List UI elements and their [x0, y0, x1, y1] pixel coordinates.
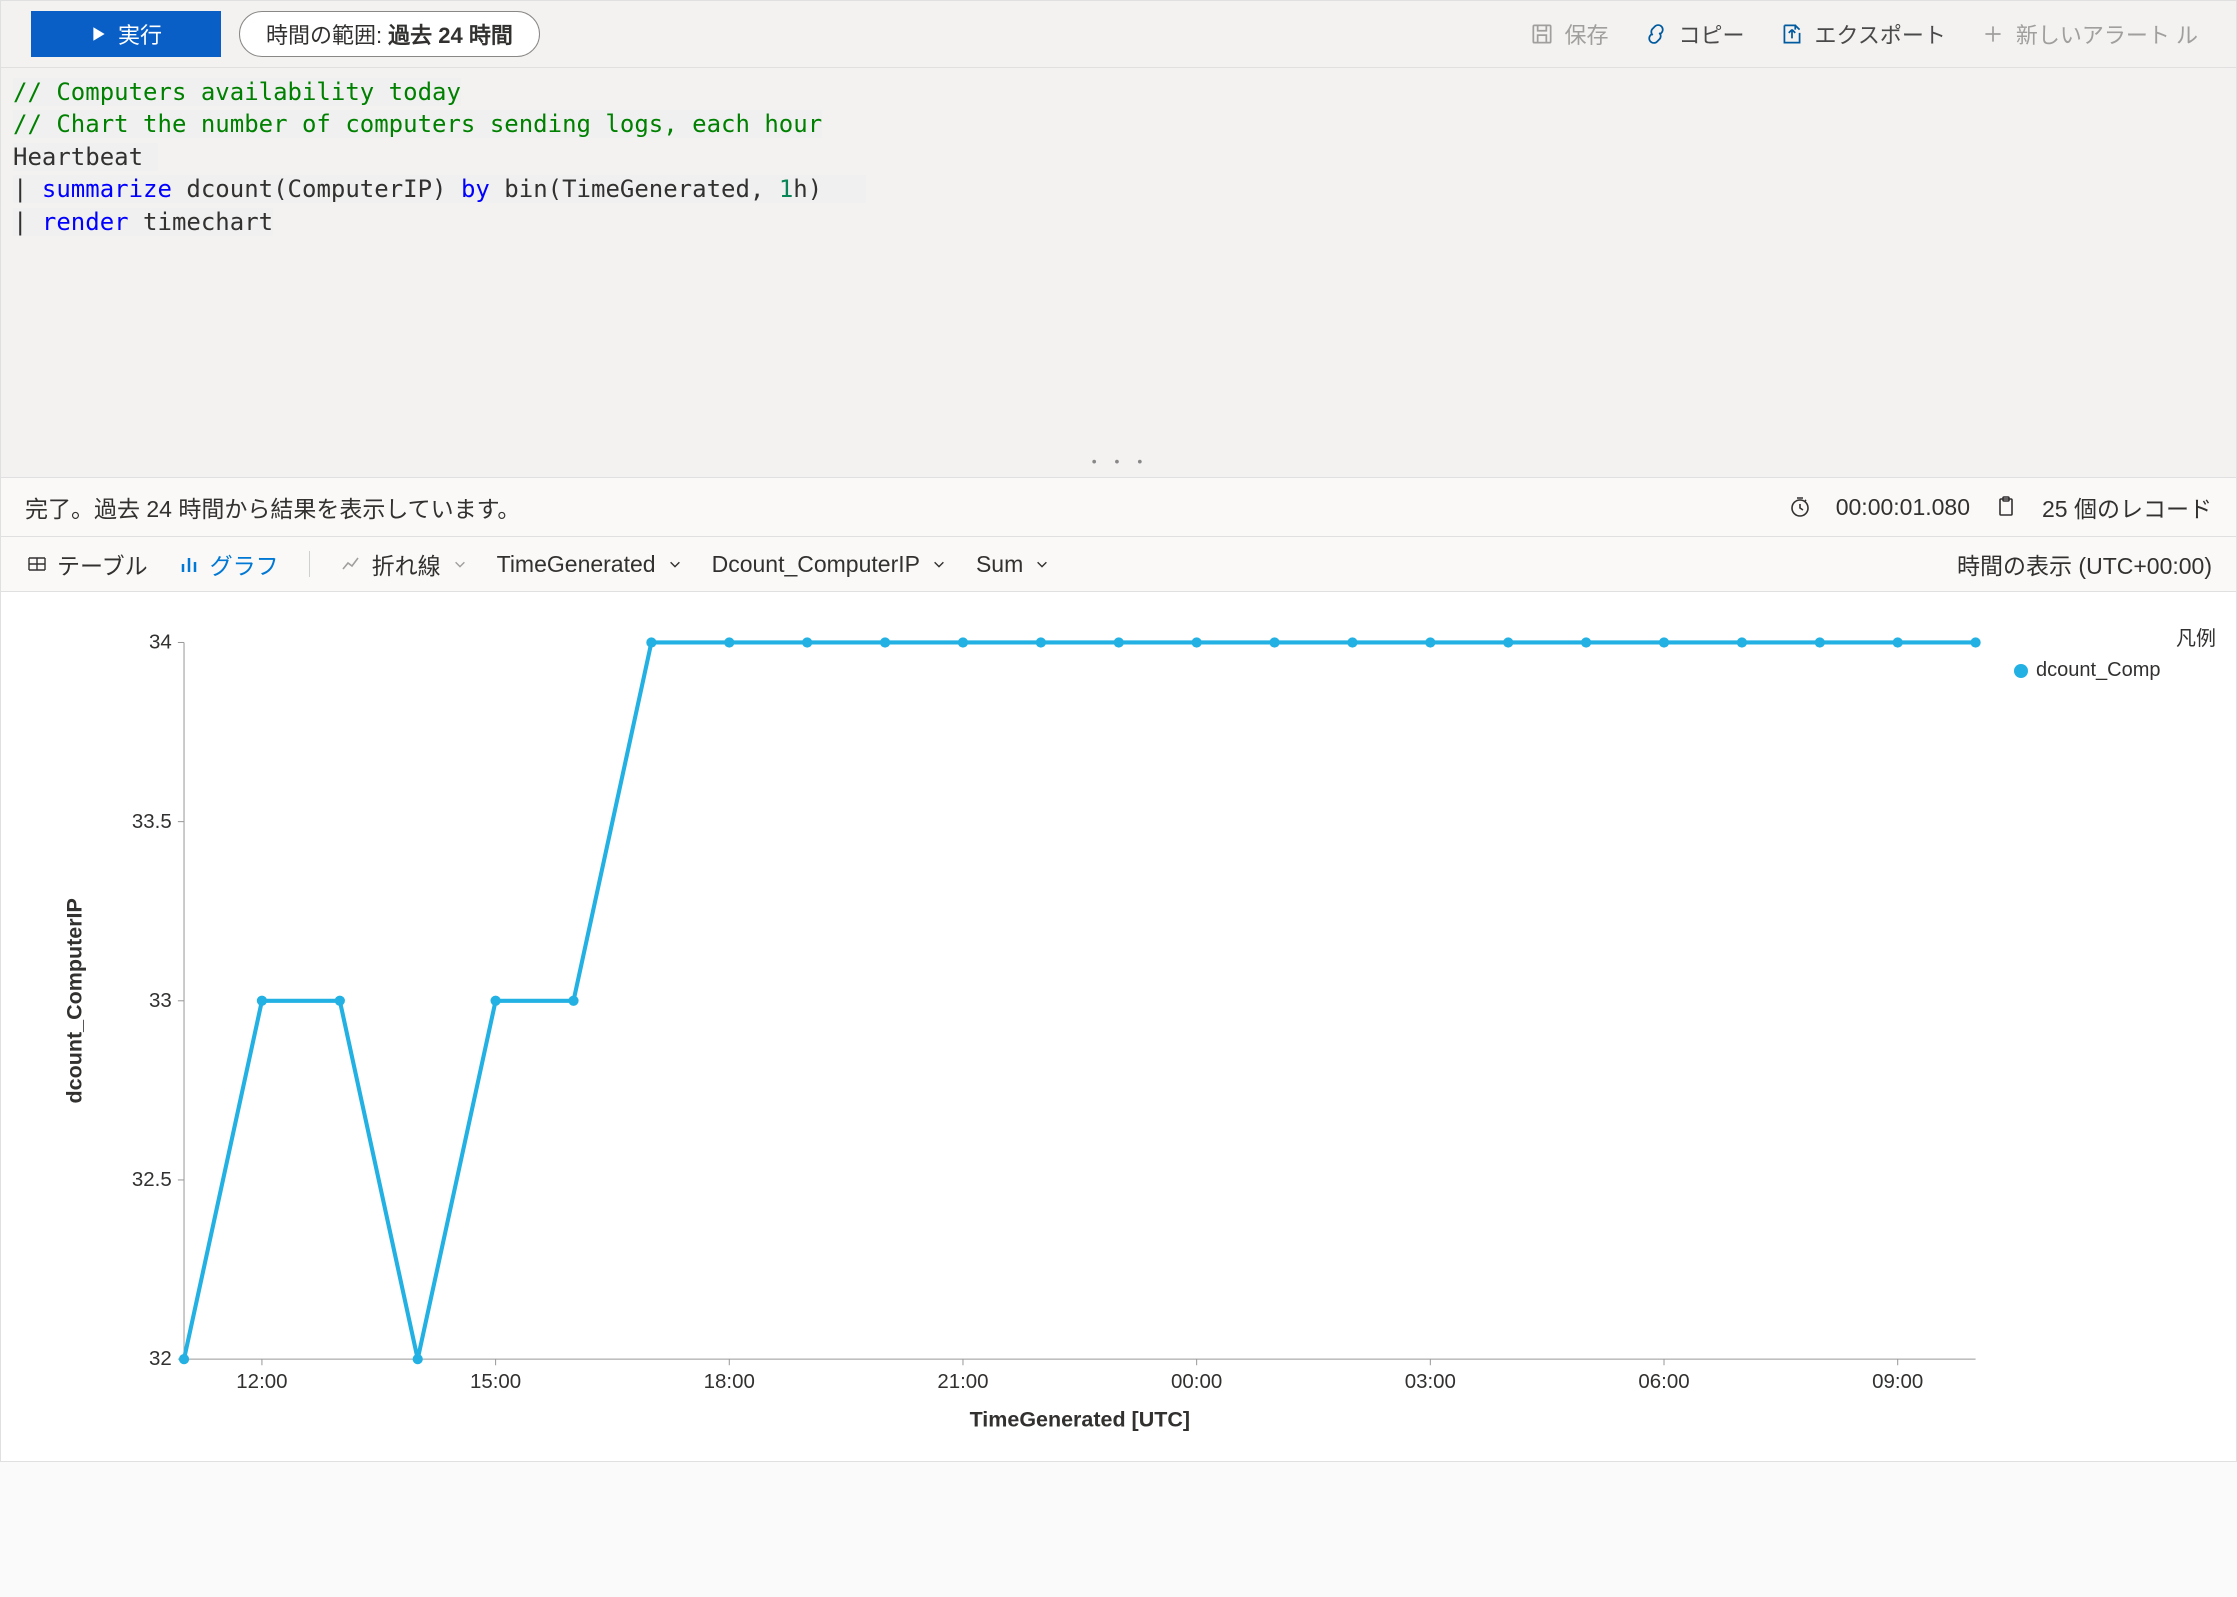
linechart-icon — [340, 552, 364, 576]
code-comment: // Computers availability today — [13, 78, 461, 106]
legend-series-label: dcount_Comp — [2036, 659, 2161, 682]
time-range-value: 過去 24 時間 — [388, 18, 513, 50]
legend-title: 凡例 — [2014, 622, 2226, 651]
chevron-down-icon — [1035, 557, 1049, 571]
svg-text:12:00: 12:00 — [236, 1370, 287, 1393]
new-alert-label: 新しいアラート ル — [2016, 18, 2198, 50]
legend: 凡例 dcount_Comp — [2006, 622, 2226, 1441]
export-icon — [1779, 21, 1805, 47]
svg-text:03:00: 03:00 — [1405, 1370, 1456, 1393]
status-message: 完了。過去 24 時間から結果を表示しています。 — [25, 490, 520, 524]
plus-icon — [1980, 21, 2006, 47]
export-button[interactable]: エクスポート — [1771, 14, 1954, 54]
yaxis-field-picker[interactable]: Dcount_ComputerIP — [712, 551, 946, 578]
svg-text:18:00: 18:00 — [704, 1370, 755, 1393]
code-keyword: render — [42, 208, 129, 236]
aggregation-label: Sum — [976, 551, 1023, 578]
run-label: 実行 — [118, 18, 162, 50]
save-button[interactable]: 保存 — [1521, 14, 1617, 54]
time-range-label: 時間の範囲: — [266, 18, 382, 50]
chevron-down-icon — [668, 557, 682, 571]
xaxis-field-label: TimeGenerated — [497, 551, 656, 578]
record-count: 25 個のレコード — [2042, 490, 2212, 524]
resize-grip[interactable]: • • • — [1090, 454, 1147, 473]
clipboard-icon — [1994, 495, 2018, 519]
tab-chart-label: グラフ — [210, 547, 279, 581]
export-label: エクスポート — [1815, 18, 1946, 50]
aggregation-picker[interactable]: Sum — [976, 551, 1049, 578]
barchart-icon — [178, 552, 202, 576]
toolbar: 実行 時間の範囲: 過去 24 時間 保存 コピー エクスポート 新しいアラート… — [0, 0, 2237, 68]
play-icon — [90, 25, 108, 43]
time-range-picker[interactable]: 時間の範囲: 過去 24 時間 — [239, 11, 540, 57]
elapsed-time: 00:00:01.080 — [1836, 494, 1970, 521]
svg-text:15:00: 15:00 — [470, 1370, 521, 1393]
svg-text:TimeGenerated [UTC]: TimeGenerated [UTC] — [970, 1408, 1190, 1432]
run-button[interactable]: 実行 — [31, 11, 221, 57]
save-label: 保存 — [1565, 18, 1609, 50]
xaxis-field-picker[interactable]: TimeGenerated — [497, 551, 682, 578]
svg-text:dcount_ComputerIP: dcount_ComputerIP — [63, 898, 87, 1103]
status-bar: 完了。過去 24 時間から結果を表示しています。 00:00:01.080 25… — [0, 478, 2237, 537]
yaxis-field-label: Dcount_ComputerIP — [712, 551, 920, 578]
svg-text:33: 33 — [149, 989, 172, 1012]
svg-text:32.5: 32.5 — [132, 1168, 172, 1191]
chart-type-label: 折れ線 — [372, 547, 441, 581]
svg-text:33.5: 33.5 — [132, 810, 172, 833]
chart-type-picker[interactable]: 折れ線 — [340, 547, 467, 581]
tab-table[interactable]: テーブル — [25, 547, 148, 581]
legend-item[interactable]: dcount_Comp — [2014, 659, 2226, 682]
legend-color-dot — [2014, 664, 2028, 678]
code-ident: Heartbeat — [13, 143, 143, 171]
svg-text:32: 32 — [149, 1347, 172, 1370]
save-icon — [1529, 21, 1555, 47]
timechart[interactable]: 32 32.5 33 33.5 34 12:00 15:00 18:00 21:00 00:00 0… — [41, 622, 2006, 1441]
code-comment: // Chart the number of computers sending… — [13, 110, 822, 138]
chart-area: 32 32.5 33 33.5 34 12:00 15:00 18:00 21:00 00:00 0… — [0, 592, 2237, 1462]
svg-text:09:00: 09:00 — [1872, 1370, 1923, 1393]
link-icon — [1643, 21, 1669, 47]
svg-text:34: 34 — [149, 631, 172, 654]
chevron-down-icon — [932, 557, 946, 571]
results-toolbar: テーブル グラフ 折れ線 TimeGenerated Dcount_Comput… — [0, 537, 2237, 592]
tab-table-label: テーブル — [57, 547, 148, 581]
svg-text:21:00: 21:00 — [937, 1370, 988, 1393]
query-editor[interactable]: // Computers availability today // Chart… — [0, 68, 2237, 478]
stopwatch-icon — [1788, 495, 1812, 519]
code-keyword: summarize — [42, 175, 172, 203]
timezone-display[interactable]: 時間の表示 (UTC+00:00) — [1957, 547, 2212, 581]
copy-label: コピー — [1679, 18, 1745, 50]
table-icon — [25, 552, 49, 576]
copy-button[interactable]: コピー — [1635, 14, 1753, 54]
svg-text:00:00: 00:00 — [1171, 1370, 1222, 1393]
new-alert-button[interactable]: 新しいアラート ル — [1972, 14, 2206, 54]
tab-chart[interactable]: グラフ — [178, 547, 279, 581]
svg-text:06:00: 06:00 — [1638, 1370, 1689, 1393]
chevron-down-icon — [453, 557, 467, 571]
